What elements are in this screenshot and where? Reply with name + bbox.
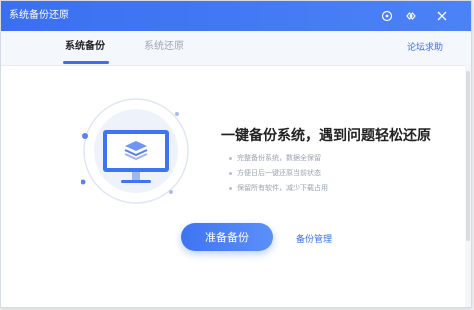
forum-help-link[interactable]: 论坛求助	[407, 40, 443, 53]
scrollbar-thumb[interactable]	[466, 71, 470, 241]
window-title: 系统备份还原	[9, 10, 69, 21]
feature-item: 保留所有软件，减少下载占用	[229, 181, 328, 196]
tab-system-backup[interactable]: 系统备份	[65, 40, 105, 54]
feature-item: 完整备份系统，数据全保留	[229, 151, 328, 166]
backup-management-link[interactable]: 备份管理	[296, 232, 332, 245]
close-icon[interactable]	[433, 7, 451, 25]
headline: 一键备份系统，遇到问题轻松还原	[221, 128, 431, 144]
settings-icon[interactable]	[402, 7, 420, 25]
feature-item: 方便日后一键还原当前状态	[229, 166, 328, 181]
tab-bar: 系统备份 系统还原 论坛求助	[1, 31, 471, 66]
active-tab-indicator	[63, 61, 109, 64]
title-bar: 系统备份还原	[1, 1, 471, 31]
prepare-backup-button[interactable]: 准备备份	[181, 223, 273, 251]
backup-illustration	[81, 98, 189, 204]
feature-list: 完整备份系统，数据全保留 方便日后一键还原当前状态 保留所有软件，减少下载占用	[229, 151, 328, 196]
restore-icon[interactable]	[378, 7, 396, 25]
app-window: 系统备份还原 系统备份 系统还原 论坛求助 一键备份系统，遇到问题轻松还原 完整…	[0, 0, 472, 308]
tab-system-restore[interactable]: 系统还原	[144, 40, 184, 54]
